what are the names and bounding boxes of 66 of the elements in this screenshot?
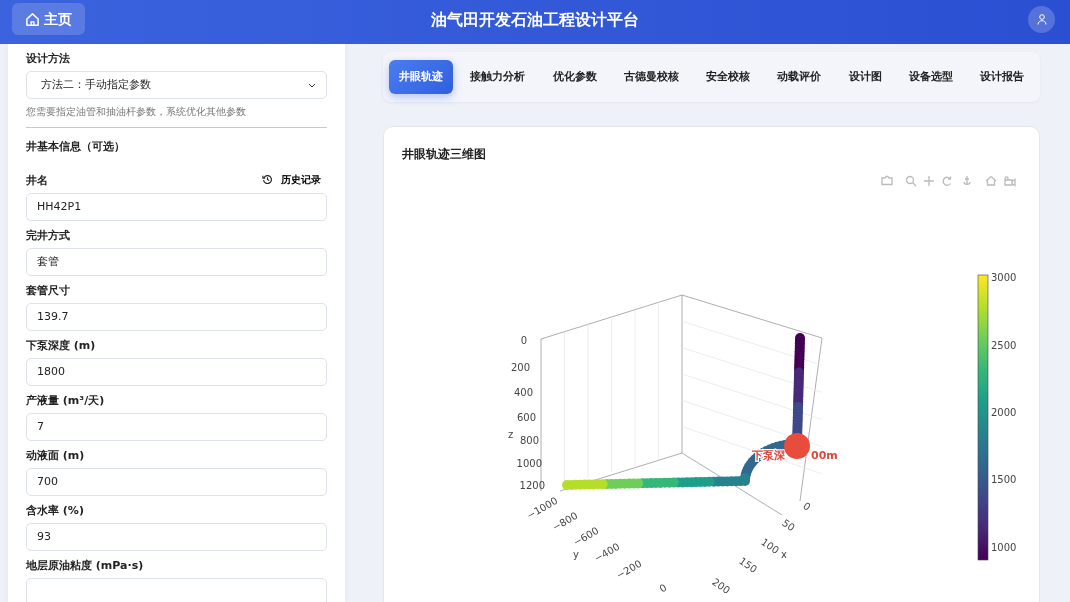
video-camera-icon[interactable]: [1004, 176, 1016, 187]
z-tick-label: 600: [516, 412, 536, 423]
input-field[interactable]: [26, 578, 327, 602]
user-icon: [1036, 14, 1047, 25]
colorbar-tick-label: 1000: [991, 542, 1017, 553]
tab[interactable]: 设备选型: [898, 60, 963, 94]
x-tick-label: 50: [780, 517, 797, 534]
input-field[interactable]: 93: [26, 523, 327, 551]
field-label: 井名: [26, 174, 48, 188]
y-tick-label: 0: [657, 581, 669, 593]
home-button[interactable]: 主页: [12, 3, 85, 35]
input-field[interactable]: HH42P1: [26, 193, 327, 221]
input-field[interactable]: 139.7: [26, 303, 327, 331]
field-label: 设计方法: [26, 52, 71, 66]
z-tick-label: 200: [510, 362, 530, 373]
tab[interactable]: 设计图: [838, 60, 892, 94]
colorbar-tick-label: 2000: [991, 407, 1017, 418]
tab[interactable]: 动载评价: [767, 60, 832, 94]
app-title: 油气田开发石油工程设计平台: [431, 9, 639, 31]
method-select[interactable]: 方法二：手动指定参数: [26, 71, 327, 99]
user-avatar[interactable]: [1028, 6, 1055, 33]
history-icon: [262, 174, 273, 185]
home-icon[interactable]: [985, 175, 997, 186]
field-label: 含水率 (%): [26, 504, 85, 518]
tab[interactable]: 接触力分析: [460, 60, 536, 94]
field-label: 动液面 (m): [26, 449, 86, 463]
x-tick-label: 150: [737, 555, 760, 576]
chevron-down-icon: [308, 82, 316, 88]
colorbar-tick-label: 2500: [991, 340, 1017, 351]
home-icon: [25, 11, 40, 27]
z-tick-label: 1000: [516, 458, 542, 469]
camera-icon[interactable]: [881, 175, 893, 186]
tab[interactable]: 优化参数: [542, 60, 607, 94]
field-label: 完井方式: [26, 229, 71, 243]
field-label: 产液量 (m³/天): [26, 394, 106, 408]
z-tick-label: 400: [513, 387, 533, 398]
annotation-text: 00m: [811, 449, 838, 462]
z-axis-label: z: [508, 429, 514, 440]
z-tick-label: 0: [520, 335, 527, 346]
y-axis-label: y: [573, 549, 579, 560]
help-text: 您需要指定油管和抽油杆参数，系统优化其他参数: [26, 105, 247, 119]
input-field[interactable]: 700: [26, 468, 327, 496]
section-title: 井基本信息（可选）: [26, 140, 126, 154]
x-tick-label: 100: [759, 536, 782, 557]
z-tick-label: 800: [519, 435, 539, 446]
input-field[interactable]: 7: [26, 413, 327, 441]
rotate-icon[interactable]: [942, 175, 952, 186]
field-label: 下泵深度 (m): [26, 339, 97, 353]
tab[interactable]: 古德曼校核: [613, 60, 689, 94]
tab[interactable]: 安全校核: [696, 60, 760, 94]
pump-marker: [784, 433, 810, 459]
plot-title: 井眼轨迹三维图: [401, 146, 487, 163]
zoom-icon[interactable]: [905, 175, 917, 187]
tab[interactable]: 设计报告: [970, 60, 1034, 94]
field-label: 地层原油粘度 (mPa·s): [26, 559, 145, 573]
pan-icon[interactable]: [923, 175, 935, 187]
input-field[interactable]: 套管: [26, 248, 327, 276]
input-field[interactable]: 1800: [26, 358, 327, 386]
x-axis-label: x: [781, 549, 787, 560]
colorbar-tick-label: 3000: [991, 272, 1017, 283]
field-label: 套管尺寸: [26, 284, 71, 298]
tab[interactable]: 井眼轨迹: [389, 60, 453, 94]
z-tick-label: 1200: [519, 480, 545, 491]
colorbar-tick-label: 1500: [991, 474, 1017, 485]
history-button[interactable]: 历史记录: [256, 172, 327, 187]
x-tick-label: 0: [801, 500, 813, 513]
